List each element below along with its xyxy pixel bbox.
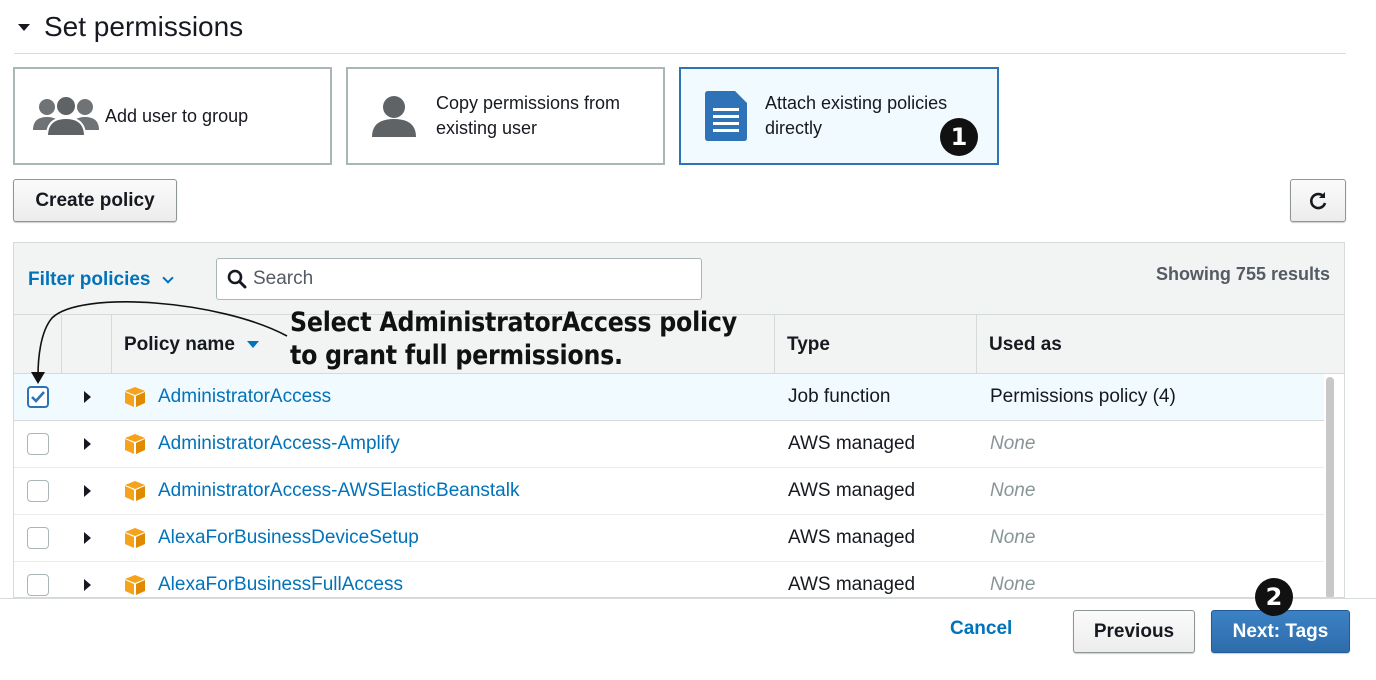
footer-divider: [0, 598, 1376, 599]
callout-line1: Select AdministratorAccess policy: [290, 307, 737, 338]
previous-button[interactable]: Previous: [1073, 610, 1195, 653]
callout-text: Select AdministratorAccess policy to gra…: [290, 306, 737, 372]
callout-line2: to grant full permissions.: [290, 340, 623, 371]
cancel-link[interactable]: Cancel: [950, 618, 1012, 640]
step-badge-2: 2: [1255, 578, 1293, 616]
next-tags-button[interactable]: Next: Tags: [1211, 610, 1350, 653]
